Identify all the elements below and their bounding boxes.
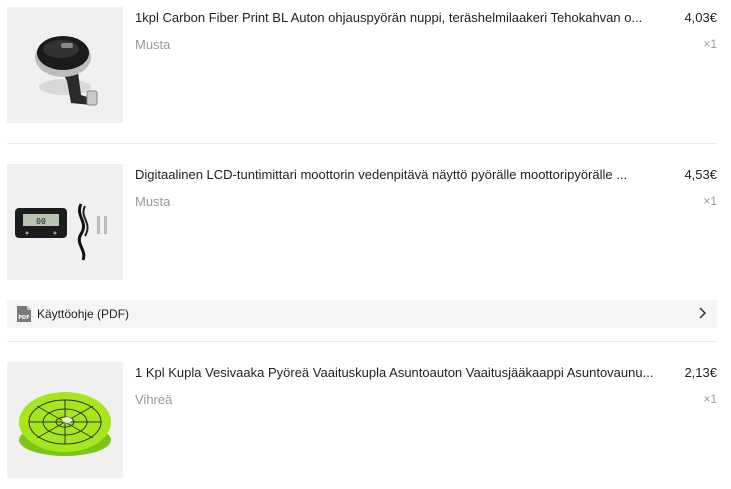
pdf-icon: PDF: [15, 305, 33, 323]
product-price: 4,53€: [684, 167, 717, 182]
product-price: 2,13€: [684, 365, 717, 380]
manual-label: Käyttöohje (PDF): [37, 307, 130, 321]
product-variant: Musta: [135, 194, 171, 209]
order-item[interactable]: 1kpl Carbon Fiber Print BL Auton ohjausp…: [7, 7, 717, 123]
bubble-level-icon: [7, 362, 123, 478]
product-image[interactable]: 00: [7, 164, 123, 280]
chevron-right-icon: [699, 307, 707, 319]
product-variant: Musta: [135, 37, 171, 52]
product-quantity: ×1: [703, 194, 717, 208]
pdf-icon-text: PDF: [18, 315, 29, 321]
product-quantity: ×1: [703, 37, 717, 51]
product-price: 4,03€: [684, 10, 717, 25]
product-variant: Vihreä: [135, 392, 173, 407]
product-title[interactable]: 1kpl Carbon Fiber Print BL Auton ohjausp…: [135, 10, 675, 26]
svg-text:00: 00: [36, 217, 46, 226]
order-item[interactable]: 1 Kpl Kupla Vesivaaka Pyöreä Vaaituskupl…: [7, 362, 717, 478]
user-manual-pdf-link[interactable]: PDF Käyttöohje (PDF): [7, 300, 717, 328]
product-image[interactable]: [7, 7, 123, 123]
product-quantity: ×1: [703, 392, 717, 406]
steering-knob-icon: [7, 7, 123, 123]
product-title[interactable]: Digitaalinen LCD-tuntimittari moottorin …: [135, 167, 675, 183]
hour-meter-icon: 00: [7, 164, 123, 280]
product-title[interactable]: 1 Kpl Kupla Vesivaaka Pyöreä Vaaituskupl…: [135, 365, 675, 381]
product-image[interactable]: [7, 362, 123, 478]
divider: [7, 341, 717, 342]
order-item[interactable]: 00 Digitaalinen LCD-tuntimittari moottor…: [7, 164, 717, 280]
divider: [7, 143, 717, 144]
